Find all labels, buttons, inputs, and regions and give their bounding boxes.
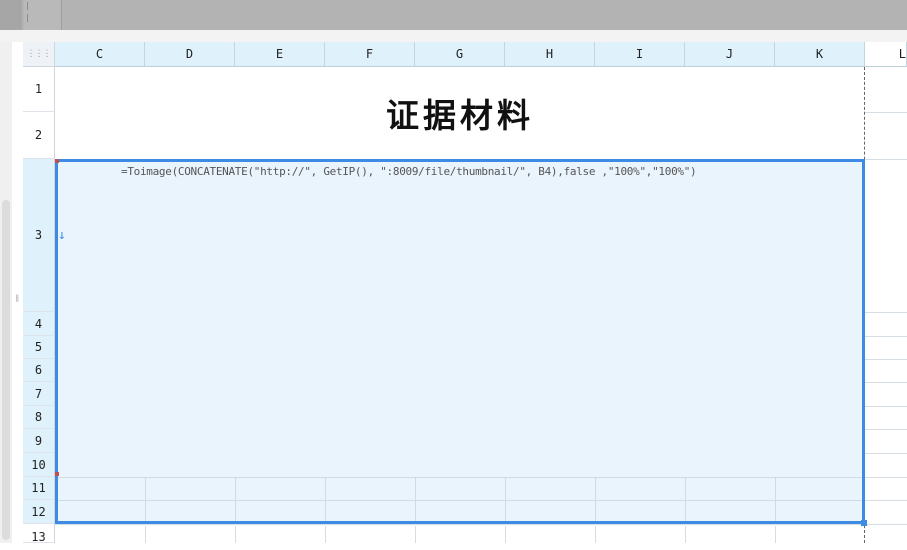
grid-line xyxy=(415,526,416,543)
column-header-i[interactable]: I xyxy=(595,42,685,67)
row-header-8[interactable]: 8 xyxy=(23,406,55,429)
vertical-scrollbar[interactable] xyxy=(2,200,10,540)
grid-line xyxy=(325,526,326,543)
grid-line xyxy=(145,477,146,521)
column-header-k[interactable]: K xyxy=(775,42,865,67)
grid-line xyxy=(865,312,907,313)
grid-line xyxy=(865,500,907,501)
grid-line xyxy=(685,526,686,543)
row-header-1[interactable]: 1 xyxy=(23,67,55,112)
selected-merged-cell[interactable] xyxy=(55,159,865,524)
cell-marker xyxy=(55,159,59,163)
row-header-2[interactable]: 2 xyxy=(23,112,55,159)
grid-line xyxy=(595,477,596,521)
grid-line xyxy=(865,112,907,113)
splitter-grip-icon[interactable]: ‖ xyxy=(15,295,19,306)
column-header-f[interactable]: F xyxy=(325,42,415,67)
grid-line xyxy=(685,477,686,521)
grid-line xyxy=(505,526,506,543)
grid-line xyxy=(55,524,907,525)
grid-line xyxy=(865,477,907,478)
column-header-e[interactable]: E xyxy=(235,42,325,67)
row-header-5[interactable]: 5 xyxy=(23,336,55,359)
cell-formula-text: =Toimage(CONCATENATE("http://", GetIP(),… xyxy=(121,165,697,178)
fill-handle[interactable] xyxy=(861,520,867,526)
down-arrow-icon: ↓ xyxy=(58,228,66,243)
row-header-6[interactable]: 6 xyxy=(23,359,55,382)
row-header-11[interactable]: 11 xyxy=(23,477,55,500)
grid-line xyxy=(58,500,862,501)
row-header-10[interactable]: 10 xyxy=(23,453,55,477)
grid-line xyxy=(415,477,416,521)
column-header-d[interactable]: D xyxy=(145,42,235,67)
cell-marker xyxy=(55,472,59,476)
grid-line xyxy=(325,477,326,521)
grid-line xyxy=(235,526,236,543)
grid-line xyxy=(775,477,776,521)
grid-line xyxy=(235,477,236,521)
handle-grip-icon xyxy=(27,2,28,10)
grid-line xyxy=(865,453,907,454)
grid-line xyxy=(775,526,776,543)
column-header-c[interactable]: C xyxy=(55,42,145,67)
grid-line xyxy=(865,359,907,360)
grid-line xyxy=(865,159,907,160)
grid-line xyxy=(595,526,596,543)
grid-line xyxy=(505,477,506,521)
row-header-9[interactable]: 9 xyxy=(23,429,55,453)
select-all-corner[interactable]: ⋮⋮⋮ xyxy=(23,42,55,67)
grid-line xyxy=(865,382,907,383)
column-header-h[interactable]: H xyxy=(505,42,595,67)
grid-line xyxy=(865,406,907,407)
row-header-13[interactable]: 13 xyxy=(23,524,55,544)
column-header-l[interactable]: L xyxy=(865,42,907,67)
row-header-4[interactable]: 4 xyxy=(23,312,55,336)
toolbar-gap xyxy=(0,30,907,42)
row-header-7[interactable]: 7 xyxy=(23,382,55,406)
sheet-title-cell[interactable]: 证据材料 xyxy=(55,67,865,159)
grid-line xyxy=(865,429,907,430)
grid-line xyxy=(58,477,862,478)
column-header-j[interactable]: J xyxy=(685,42,775,67)
grid-line xyxy=(145,526,146,543)
column-header-g[interactable]: G xyxy=(415,42,505,67)
row-header-3[interactable]: 3 xyxy=(23,159,55,312)
handle-grip-icon xyxy=(27,14,28,22)
grid-line xyxy=(865,336,907,337)
toolbar xyxy=(0,0,907,30)
row-header-12[interactable]: 12 xyxy=(23,500,55,524)
toolbar-handle[interactable] xyxy=(24,0,62,30)
toolbar-left-area xyxy=(0,0,22,30)
